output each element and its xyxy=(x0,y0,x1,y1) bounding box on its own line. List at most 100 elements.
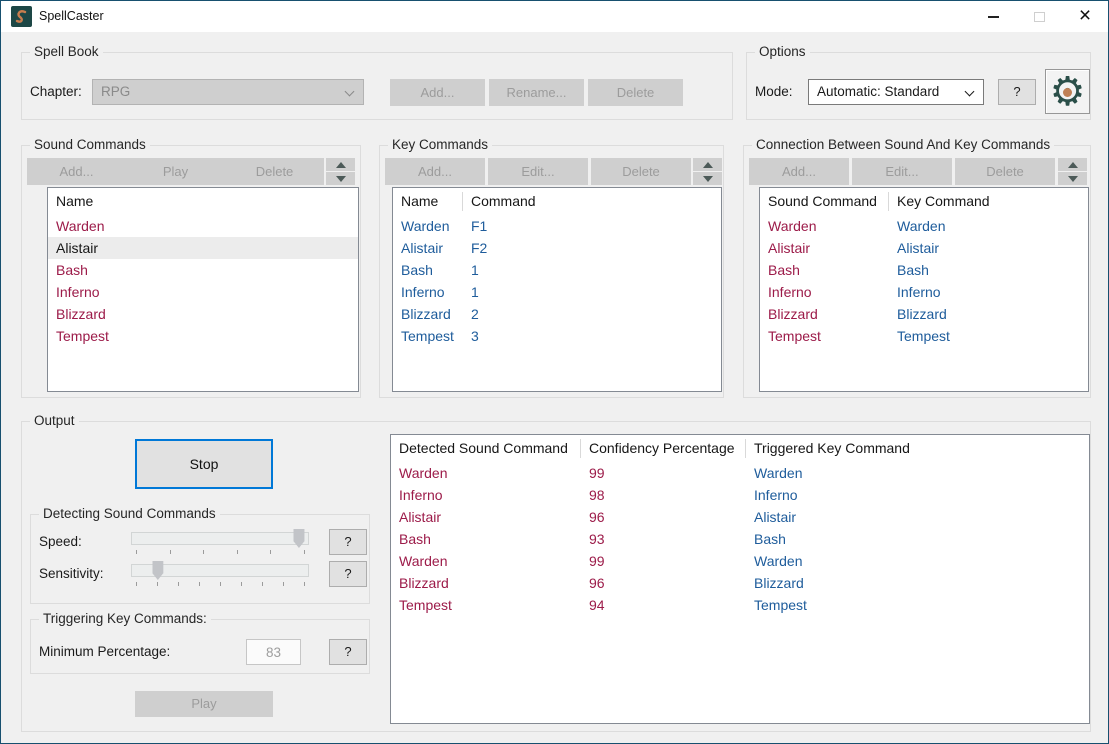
table-row[interactable]: Tempest xyxy=(48,325,358,347)
slider-thumb[interactable] xyxy=(152,561,163,580)
table-row[interactable]: Warden99Warden xyxy=(391,550,1089,572)
table-row[interactable]: BlizzardBlizzard xyxy=(760,303,1088,325)
settings-button[interactable]: ⚙ xyxy=(1045,69,1090,114)
connection-edit-button[interactable]: Edit... xyxy=(852,158,952,185)
sound-command-list[interactable]: Name WardenAlistairBashInfernoBlizzardTe… xyxy=(47,187,359,392)
table-cell: Warden xyxy=(391,553,581,569)
mode-select[interactable]: Automatic: Standard xyxy=(808,79,984,105)
move-up-button[interactable] xyxy=(693,158,722,171)
app-icon[interactable] xyxy=(11,6,32,27)
connections-group-label: Connection Between Sound And Key Command… xyxy=(752,137,1054,152)
move-down-button[interactable] xyxy=(693,172,722,185)
table-cell: 99 xyxy=(581,465,746,481)
arrow-up-icon xyxy=(336,162,346,168)
column-header: Command xyxy=(463,192,536,211)
move-down-button[interactable] xyxy=(326,172,355,185)
chapter-rename-button[interactable]: Rename... xyxy=(489,79,584,106)
table-cell: F2 xyxy=(463,240,487,256)
table-cell: Blizzard xyxy=(391,575,581,591)
connection-delete-button[interactable]: Delete xyxy=(955,158,1055,185)
connection-add-button[interactable]: Add... xyxy=(749,158,849,185)
minimum-percentage-help-button[interactable]: ? xyxy=(329,639,367,665)
table-cell: Bash xyxy=(889,262,929,278)
list-body: WardenF1AlistairF2Bash1Inferno1Blizzard2… xyxy=(393,215,721,347)
minimum-percentage-label: Minimum Percentage: xyxy=(39,639,170,665)
close-button[interactable]: × xyxy=(1062,1,1108,32)
speed-slider[interactable] xyxy=(131,529,309,555)
connections-group: Connection Between Sound And Key Command… xyxy=(743,145,1091,398)
table-row[interactable]: Inferno xyxy=(48,281,358,303)
sound-delete-button[interactable]: Delete xyxy=(225,158,324,185)
slider-track[interactable] xyxy=(131,532,309,545)
table-row[interactable]: Bash xyxy=(48,259,358,281)
table-cell: 96 xyxy=(581,575,746,591)
table-row[interactable]: Tempest3 xyxy=(393,325,721,347)
table-cell: 98 xyxy=(581,487,746,503)
app-window: SpellCaster × Spell Book Chapter: RPG Ad… xyxy=(0,0,1109,744)
table-cell: Alistair xyxy=(391,509,581,525)
table-row[interactable]: Inferno1 xyxy=(393,281,721,303)
chapter-delete-button[interactable]: Delete xyxy=(588,79,683,106)
table-row[interactable]: Warden99Warden xyxy=(391,462,1089,484)
table-cell: Inferno xyxy=(746,487,798,503)
options-group-label: Options xyxy=(755,44,810,59)
key-add-button[interactable]: Add... xyxy=(385,158,485,185)
table-row[interactable]: Inferno98Inferno xyxy=(391,484,1089,506)
table-row[interactable]: Blizzard96Blizzard xyxy=(391,572,1089,594)
connection-list[interactable]: Sound Command Key Command WardenWardenAl… xyxy=(759,187,1089,392)
table-cell: Tempest xyxy=(746,597,807,613)
key-delete-button[interactable]: Delete xyxy=(591,158,691,185)
table-row[interactable]: Blizzard xyxy=(48,303,358,325)
table-row[interactable]: Bash93Bash xyxy=(391,528,1089,550)
connection-reorder-spinner xyxy=(1058,158,1087,185)
move-up-button[interactable] xyxy=(326,158,355,171)
table-row[interactable]: Bash1 xyxy=(393,259,721,281)
close-icon: × xyxy=(1079,5,1091,26)
chapter-select-value: RPG xyxy=(101,84,130,99)
sensitivity-slider[interactable] xyxy=(131,561,309,587)
table-row[interactable]: BashBash xyxy=(760,259,1088,281)
sensitivity-help-button[interactable]: ? xyxy=(329,561,367,587)
slider-ticks xyxy=(136,550,304,555)
detecting-group: Detecting Sound Commands Speed: ? Sensit… xyxy=(30,514,370,604)
table-row[interactable]: WardenWarden xyxy=(760,215,1088,237)
key-commands-group: Key Commands Add... Edit... Delete Name … xyxy=(379,145,724,398)
table-cell: Tempest xyxy=(889,328,950,344)
table-row[interactable]: InfernoInferno xyxy=(760,281,1088,303)
mode-help-button[interactable]: ? xyxy=(998,79,1036,105)
list-body: Warden99WardenInferno98InfernoAlistair96… xyxy=(391,462,1089,616)
move-down-button[interactable] xyxy=(1058,172,1087,185)
table-row[interactable]: TempestTempest xyxy=(760,325,1088,347)
table-cell: F1 xyxy=(463,218,487,234)
slider-thumb[interactable] xyxy=(293,529,304,548)
table-row[interactable]: Tempest94Tempest xyxy=(391,594,1089,616)
table-row[interactable]: WardenF1 xyxy=(393,215,721,237)
table-cell: Warden xyxy=(746,465,803,481)
move-up-button[interactable] xyxy=(1058,158,1087,171)
table-row[interactable]: AlistairAlistair xyxy=(760,237,1088,259)
list-header: Name Command xyxy=(393,188,721,215)
table-cell: 94 xyxy=(581,597,746,613)
minimum-percentage-field[interactable] xyxy=(246,639,301,665)
table-row[interactable]: AlistairF2 xyxy=(393,237,721,259)
minimize-button[interactable] xyxy=(970,1,1016,32)
sound-commands-group-label: Sound Commands xyxy=(30,137,150,152)
table-row[interactable]: Alistair xyxy=(48,237,358,259)
chapter-select[interactable]: RPG xyxy=(92,79,364,105)
chapter-add-button[interactable]: Add... xyxy=(390,79,485,106)
key-command-list[interactable]: Name Command WardenF1AlistairF2Bash1Infe… xyxy=(392,187,722,392)
table-row[interactable]: Alistair96Alistair xyxy=(391,506,1089,528)
table-cell: Alistair xyxy=(393,240,463,256)
table-row[interactable]: Warden xyxy=(48,215,358,237)
table-cell: Blizzard xyxy=(746,575,804,591)
table-row[interactable]: Blizzard2 xyxy=(393,303,721,325)
maximize-button[interactable] xyxy=(1016,1,1062,32)
key-edit-button[interactable]: Edit... xyxy=(488,158,588,185)
sound-add-button[interactable]: Add... xyxy=(27,158,126,185)
output-results-list[interactable]: Detected Sound Command Confidency Percen… xyxy=(390,434,1090,724)
sound-play-button[interactable]: Play xyxy=(126,158,225,185)
output-play-button[interactable]: Play xyxy=(135,691,273,717)
stop-button[interactable]: Stop xyxy=(135,439,273,489)
output-group: Output Stop Detecting Sound Commands Spe… xyxy=(21,421,1091,732)
speed-help-button[interactable]: ? xyxy=(329,529,367,555)
